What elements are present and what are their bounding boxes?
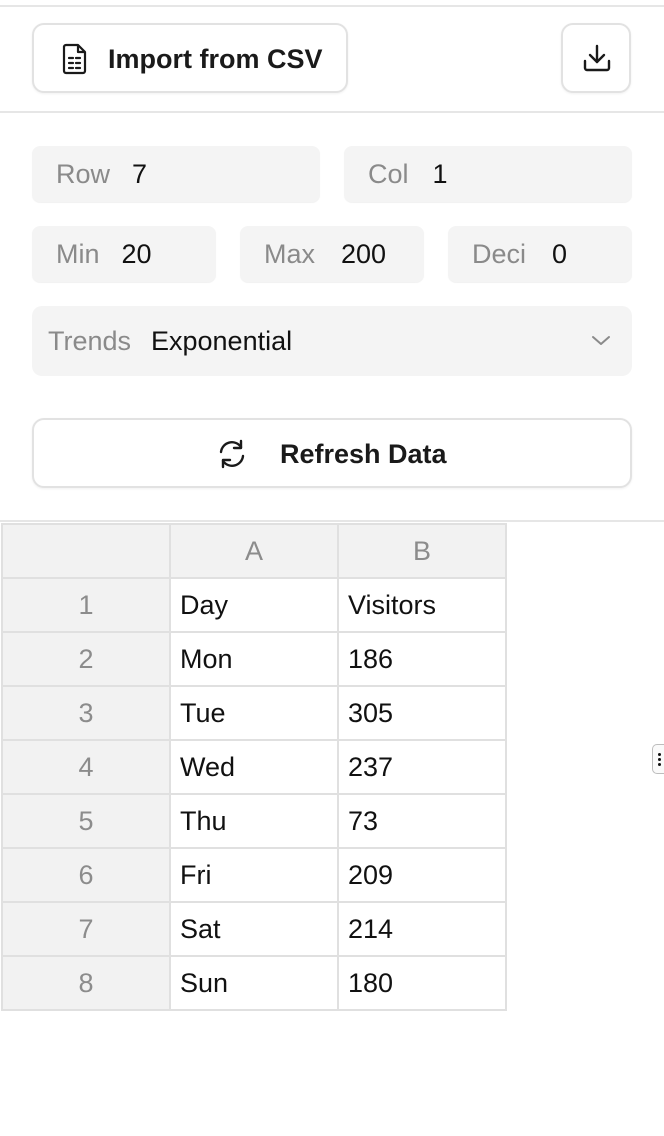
column-header-a[interactable]: A — [169, 523, 339, 579]
cell-b[interactable]: 237 — [337, 739, 507, 795]
min-label: Min — [56, 238, 100, 269]
min-field[interactable]: Min — [32, 226, 216, 282]
cell-b[interactable]: 186 — [337, 631, 507, 687]
grip-dot — [658, 753, 661, 756]
table-row: 6 Fri 209 — [1, 847, 507, 903]
refresh-data-label: Refresh Data — [280, 439, 447, 469]
cell-b[interactable]: 305 — [337, 685, 507, 741]
row-header[interactable]: 7 — [1, 901, 171, 957]
download-button[interactable] — [561, 23, 631, 93]
col-input[interactable] — [432, 158, 493, 190]
refresh-data-button[interactable]: Refresh Data — [32, 418, 632, 488]
max-label: Max — [264, 238, 316, 269]
cell-b[interactable]: Visitors — [337, 577, 507, 633]
grip-dot — [658, 763, 661, 766]
table-row: 8 Sun 180 — [1, 955, 507, 1011]
col-label: Col — [368, 158, 409, 189]
import-csv-label: Import from CSV — [108, 44, 323, 74]
cell-b[interactable]: 209 — [337, 847, 507, 903]
grip-dot — [658, 758, 661, 761]
row-header[interactable]: 3 — [1, 685, 171, 741]
trends-label: Trends — [48, 326, 132, 356]
table-row: 3 Tue 305 — [1, 685, 507, 741]
cell-a[interactable]: Thu — [169, 793, 339, 849]
refresh-icon — [219, 439, 245, 469]
cell-a[interactable]: Sat — [169, 901, 339, 957]
cell-a[interactable]: Tue — [169, 685, 339, 741]
corner-cell[interactable] — [1, 523, 171, 579]
cell-a[interactable]: Mon — [169, 631, 339, 687]
decimals-label: Deci — [472, 238, 527, 269]
row-header[interactable]: 2 — [1, 631, 171, 687]
cell-a[interactable]: Day — [169, 577, 339, 633]
row-header[interactable]: 1 — [1, 577, 171, 633]
table-row: 2 Mon 186 — [1, 631, 507, 687]
table-row: 7 Sat 214 — [1, 901, 507, 957]
cell-a[interactable]: Sun — [169, 955, 339, 1011]
row-header[interactable]: 5 — [1, 793, 171, 849]
col-field[interactable]: Col — [344, 146, 632, 202]
row-header[interactable]: 6 — [1, 847, 171, 903]
sheet-divider — [0, 520, 664, 522]
row-field[interactable]: Row — [32, 146, 320, 202]
import-csv-button[interactable]: Import from CSV — [32, 23, 348, 93]
decimals-field[interactable]: Deci — [448, 226, 632, 282]
toolbar-divider — [0, 111, 664, 113]
table-row: 5 Thu 73 — [1, 793, 507, 849]
cell-b[interactable]: 180 — [337, 955, 507, 1011]
table-row: 4 Wed 237 — [1, 739, 507, 795]
row-header[interactable]: 4 — [1, 739, 171, 795]
cell-b[interactable]: 214 — [337, 901, 507, 957]
toolbar: Import from CSV — [0, 7, 664, 111]
cell-a[interactable]: Wed — [169, 739, 339, 795]
row-input[interactable] — [132, 158, 193, 190]
chevron-down-icon — [592, 336, 610, 345]
column-header-b[interactable]: B — [337, 523, 507, 579]
download-icon — [583, 44, 611, 72]
max-field[interactable]: Max — [240, 226, 424, 282]
row-header[interactable]: 8 — [1, 955, 171, 1011]
file-spreadsheet-icon — [62, 43, 87, 75]
table-row: 1 Day Visitors — [1, 577, 507, 633]
cell-b[interactable]: 73 — [337, 793, 507, 849]
row-label: Row — [56, 158, 111, 189]
max-input[interactable] — [341, 238, 402, 270]
spreadsheet-grid: A B 1 Day Visitors 2 Mon 186 3 Tue 305 4… — [1, 523, 507, 1011]
trends-value: Exponential — [151, 326, 293, 356]
resize-handle[interactable] — [652, 744, 664, 774]
trends-select[interactable]: Trends Exponential — [32, 306, 632, 376]
decimals-input[interactable] — [552, 238, 613, 270]
cell-a[interactable]: Fri — [169, 847, 339, 903]
min-input[interactable] — [121, 238, 182, 270]
